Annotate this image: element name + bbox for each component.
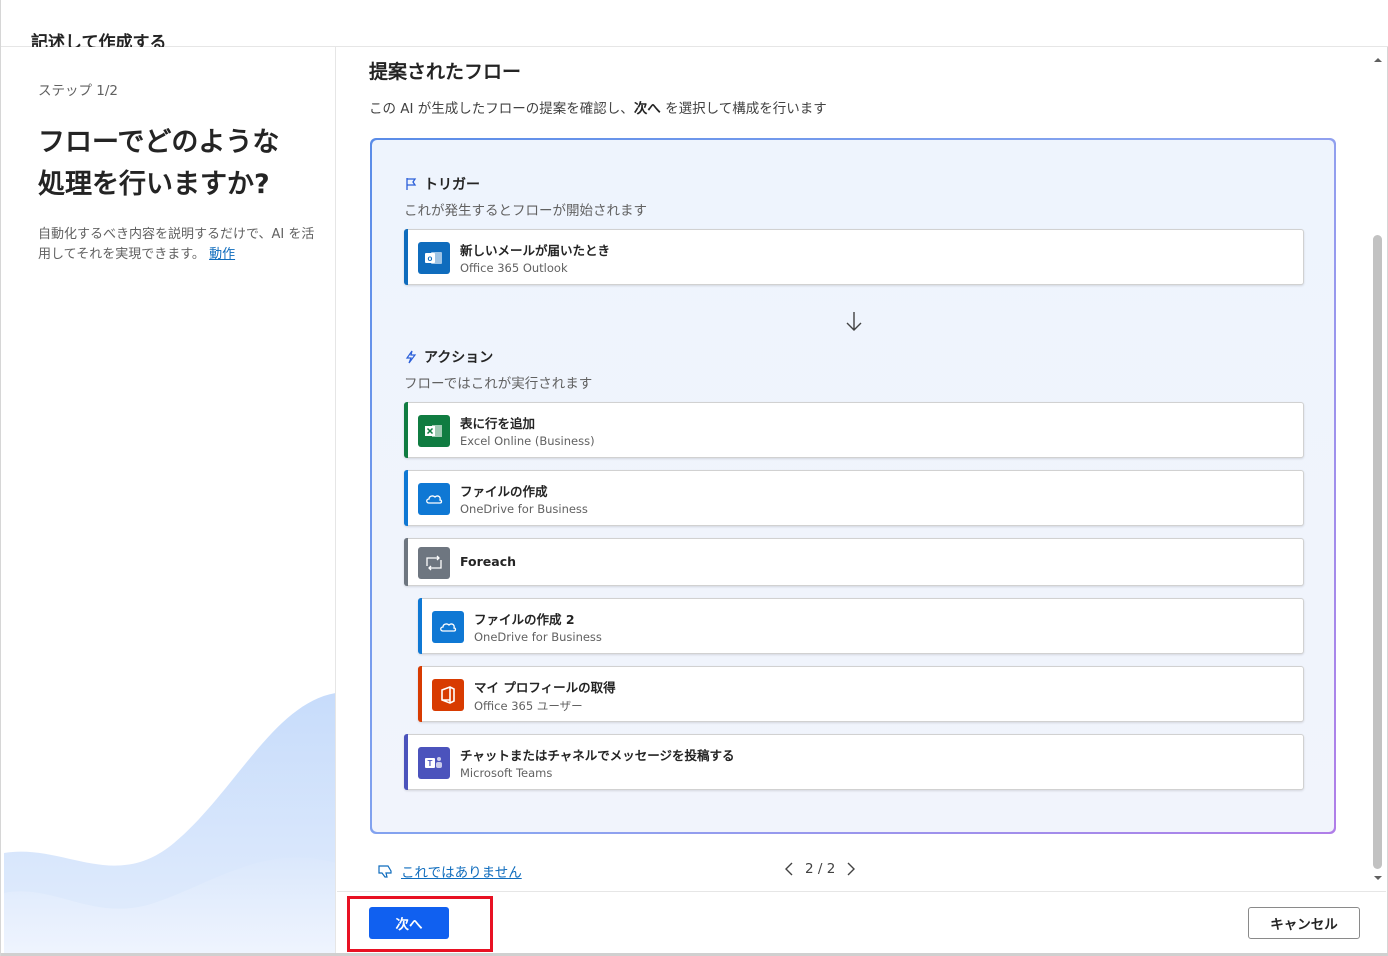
onedrive-icon: [418, 483, 450, 515]
decorative-wave: [4, 693, 335, 953]
excel-icon: [418, 415, 450, 447]
loop-icon: [418, 547, 450, 579]
section-description: この AI が生成したフローの提案を確認し、次へ を選択して構成を行います: [369, 97, 827, 117]
not-this-label: これではありません: [401, 865, 522, 881]
step-indicator: ステップ 1/2: [38, 83, 119, 99]
thumbs-down-icon: [378, 865, 392, 878]
scroll-down-icon[interactable]: [1370, 873, 1386, 883]
desc-post: を選択して構成を行います: [660, 101, 827, 117]
section-title: 提案されたフロー: [369, 61, 522, 83]
outlook-icon: o: [418, 242, 450, 274]
trigger-subtext: これが発生するとフローが開始されます: [404, 203, 647, 219]
chevron-right-icon[interactable]: [845, 861, 857, 877]
description-text: 自動化するべき内容を説明するだけで、AI を活用してそれを実現できます。: [38, 227, 315, 262]
card-title: 表に行を追加: [460, 416, 536, 431]
panel-heading: フローでどのような 処理を行いますか?: [38, 122, 318, 206]
not-this-link[interactable]: これではありません: [377, 861, 522, 881]
pager: 2 / 2: [783, 861, 857, 877]
action-card[interactable]: ファイルの作成 OneDrive for Business: [404, 470, 1304, 526]
foreach-card[interactable]: Foreach: [404, 538, 1304, 586]
pager-label: 2 / 2: [805, 861, 836, 877]
card-subtitle: OneDrive for Business: [474, 630, 602, 644]
card-subtitle: OneDrive for Business: [460, 502, 588, 516]
action-card[interactable]: 表に行を追加 Excel Online (Business): [404, 402, 1304, 458]
dialog-window: 記述して作成する ステップ 1/2 フローでどのような 処理を行いますか? 自動…: [0, 0, 1388, 956]
trigger-card[interactable]: o 新しいメールが届いたとき Office 365 Outlook: [404, 229, 1304, 285]
cancel-button[interactable]: キャンセル: [1248, 907, 1360, 939]
panel-description: 自動化するべき内容を説明するだけで、AI を活用してそれを実現できます。 動作: [38, 225, 318, 265]
card-title: チャットまたはチャネルでメッセージを投稿する: [460, 748, 735, 763]
arrow-down-icon: [846, 312, 862, 331]
card-title: ファイルの作成: [460, 484, 548, 499]
actions-subtext: フローではこれが実行されます: [404, 376, 593, 392]
trigger-heading: トリガー: [404, 174, 480, 194]
card-subtitle: Microsoft Teams: [460, 766, 553, 780]
actions-heading: アクション: [404, 347, 493, 367]
heading-line-1: フローでどのような: [38, 127, 280, 158]
dialog-footer: 次へ キャンセル: [337, 891, 1386, 953]
vertical-scrollbar[interactable]: [1370, 47, 1386, 887]
heading-line-2: 処理を行いますか?: [38, 169, 270, 200]
actions-heading-label: アクション: [424, 350, 494, 366]
lightning-icon: [405, 350, 417, 364]
onedrive-icon: [432, 611, 464, 643]
flag-icon: [406, 178, 417, 190]
card-title: ファイルの作成 2: [474, 612, 575, 627]
card-title: Foreach: [460, 554, 517, 569]
desc-bold: 次へ: [633, 101, 661, 117]
svg-text:o: o: [428, 254, 433, 263]
chevron-left-icon[interactable]: [783, 861, 795, 877]
card-subtitle: Office 365 Outlook: [460, 261, 568, 275]
scrollbar-thumb[interactable]: [1373, 235, 1382, 869]
card-subtitle: Office 365 ユーザー: [474, 699, 583, 713]
dialog-header: 記述して作成する: [1, 0, 1388, 53]
suggested-flow-box: トリガー これが発生するとフローが開始されます o 新しいメールが届いたとき O…: [370, 138, 1336, 834]
action-card-nested[interactable]: ファイルの作成 2 OneDrive for Business: [418, 598, 1304, 654]
how-it-works-link[interactable]: 動作: [209, 247, 235, 262]
svg-text:T: T: [428, 759, 433, 768]
next-button[interactable]: 次へ: [369, 907, 449, 939]
desc-pre: この AI が生成したフローの提案を確認し、: [369, 101, 634, 117]
card-title: 新しいメールが届いたとき: [460, 243, 611, 258]
action-card[interactable]: T チャットまたはチャネルでメッセージを投稿する Microsoft Teams: [404, 734, 1304, 790]
trigger-heading-label: トリガー: [424, 177, 480, 193]
card-subtitle: Excel Online (Business): [460, 434, 595, 448]
action-card-nested[interactable]: マイ プロフィールの取得 Office 365 ユーザー: [418, 666, 1304, 722]
teams-icon: T: [418, 747, 450, 779]
scroll-up-icon[interactable]: [1370, 55, 1386, 65]
office-icon: [432, 679, 464, 711]
card-title: マイ プロフィールの取得: [474, 680, 616, 695]
main-panel: 提案されたフロー この AI が生成したフローの提案を確認し、次へ を選択して構…: [337, 47, 1370, 891]
left-panel: ステップ 1/2 フローでどのような 処理を行いますか? 自動化するべき内容を説…: [4, 47, 336, 953]
